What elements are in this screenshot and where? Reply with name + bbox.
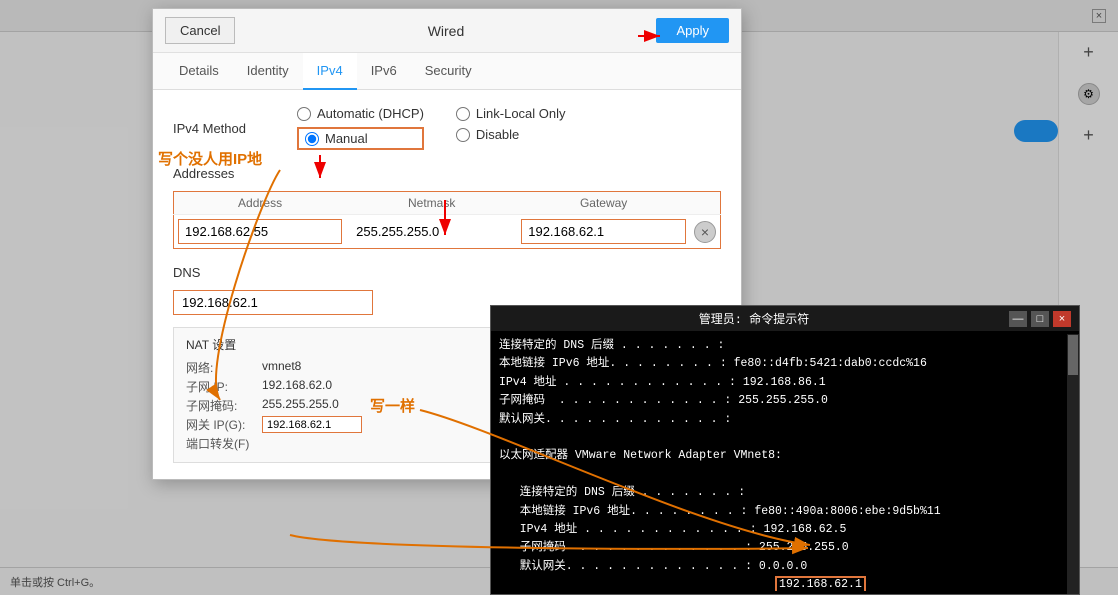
cmd-scrollbar[interactable]: [1067, 334, 1079, 594]
cmd-line-10: 本地链接 IPv6 地址. . . . . . . . : fe80::490a…: [499, 503, 1071, 521]
tab-details[interactable]: Details: [165, 53, 233, 90]
cmd-line-12: 子网掩码 . . . . . . . . . . . . : 255.255.2…: [499, 539, 1071, 557]
addresses-table: Address Netmask Gateway: [173, 191, 721, 249]
nat-network-key: 网络:: [186, 359, 256, 376]
dhcp-radio[interactable]: [297, 107, 311, 121]
link-local-option[interactable]: Link-Local Only: [456, 106, 566, 121]
dialog-title: Wired: [243, 23, 648, 39]
cmd-line-9: 连接特定的 DNS 后缀 . . . . . . . :: [499, 484, 1071, 502]
cmd-line-14: 192.168.62.1: [499, 576, 1071, 591]
tab-ipv6[interactable]: IPv6: [357, 53, 411, 90]
ipv4-method-row: IPv4 Method Automatic (DHCP) Manual: [173, 106, 721, 150]
left-method-group: Automatic (DHCP) Manual: [297, 106, 424, 150]
nat-netmask-key: 子网掩码:: [186, 397, 256, 414]
method-options: Automatic (DHCP) Manual Link-Local Only …: [297, 106, 566, 150]
cmd-line-11: IPv4 地址 . . . . . . . . . . . . : 192.16…: [499, 521, 1071, 539]
apply-button[interactable]: Apply: [656, 18, 729, 43]
cmd-line-5: 默认网关. . . . . . . . . . . . . :: [499, 411, 1071, 429]
cmd-line-2: 本地链接 IPv6 地址. . . . . . . . : fe80::d4fb…: [499, 355, 1071, 373]
nat-gateway-input[interactable]: [262, 416, 362, 433]
gateway-col-header: Gateway: [517, 192, 690, 215]
nat-network-val: vmnet8: [262, 359, 301, 376]
dhcp-option[interactable]: Automatic (DHCP): [297, 106, 424, 121]
gateway-input[interactable]: [521, 219, 686, 244]
netmask-col-header: Netmask: [346, 192, 517, 215]
nat-gateway-key: 网关 IP(G):: [186, 416, 256, 433]
disable-option[interactable]: Disable: [456, 127, 566, 142]
dns-label: DNS: [173, 265, 721, 280]
address-col-header: Address: [174, 192, 347, 215]
address-input[interactable]: [178, 219, 342, 244]
cmd-line-8: [499, 466, 1071, 484]
addresses-section: Addresses Address Netmask Gateway: [173, 166, 721, 249]
right-method-group: Link-Local Only Disable: [456, 106, 566, 150]
nat-port-forward-label: 端口转发(F): [186, 435, 256, 452]
cmd-line-7: 以太网适配器 VMware Network Adapter VMnet8:: [499, 447, 1071, 465]
cmd-titlebar: 管理员: 命令提示符 — □ ×: [491, 306, 1079, 331]
cancel-button[interactable]: Cancel: [165, 17, 235, 44]
cmd-content: 连接特定的 DNS 后缀 . . . . . . . : 本地链接 IPv6 地…: [491, 331, 1079, 591]
nat-subnet-key: 子网 IP:: [186, 378, 256, 395]
manual-option[interactable]: Manual: [297, 127, 424, 150]
delete-address-button[interactable]: ×: [694, 221, 716, 243]
cmd-line-1: 连接特定的 DNS 后缀 . . . . . . . :: [499, 337, 1071, 355]
ipv4-method-label: IPv4 Method: [173, 121, 273, 136]
link-local-radio[interactable]: [456, 107, 470, 121]
cmd-restore-button[interactable]: □: [1031, 311, 1049, 327]
cmd-line-3: IPv4 地址 . . . . . . . . . . . . : 192.16…: [499, 374, 1071, 392]
cmd-line-4: 子网掩码 . . . . . . . . . . . . : 255.255.2…: [499, 392, 1071, 410]
tab-security[interactable]: Security: [411, 53, 486, 90]
cmd-line-6: [499, 429, 1071, 447]
nat-subnet-val: 192.168.62.0: [262, 378, 332, 395]
tab-ipv4[interactable]: IPv4: [303, 53, 357, 90]
address-row: ×: [174, 215, 721, 249]
dialog-titlebar: Cancel Wired Apply: [153, 9, 741, 53]
disable-radio[interactable]: [456, 128, 470, 142]
gateway-highlight: 192.168.62.1: [775, 576, 866, 591]
netmask-input[interactable]: [350, 220, 513, 243]
cmd-window: 管理员: 命令提示符 — □ × 连接特定的 DNS 后缀 . . . . . …: [490, 305, 1080, 595]
cmd-controls: — □ ×: [1009, 311, 1071, 327]
cmd-scrollbar-thumb: [1068, 335, 1078, 375]
manual-radio[interactable]: [305, 132, 319, 146]
dns-input[interactable]: [173, 290, 373, 315]
tab-identity[interactable]: Identity: [233, 53, 303, 90]
cmd-close-button[interactable]: ×: [1053, 311, 1071, 327]
dialog-tabs: Details Identity IPv4 IPv6 Security: [153, 53, 741, 90]
cmd-minimize-button[interactable]: —: [1009, 311, 1027, 327]
nat-netmask-val: 255.255.255.0: [262, 397, 339, 414]
addresses-label: Addresses: [173, 166, 721, 181]
cmd-title: 管理员: 命令提示符: [499, 310, 1009, 327]
cmd-line-13: 默认网关. . . . . . . . . . . . . : 0.0.0.0: [499, 558, 1071, 576]
